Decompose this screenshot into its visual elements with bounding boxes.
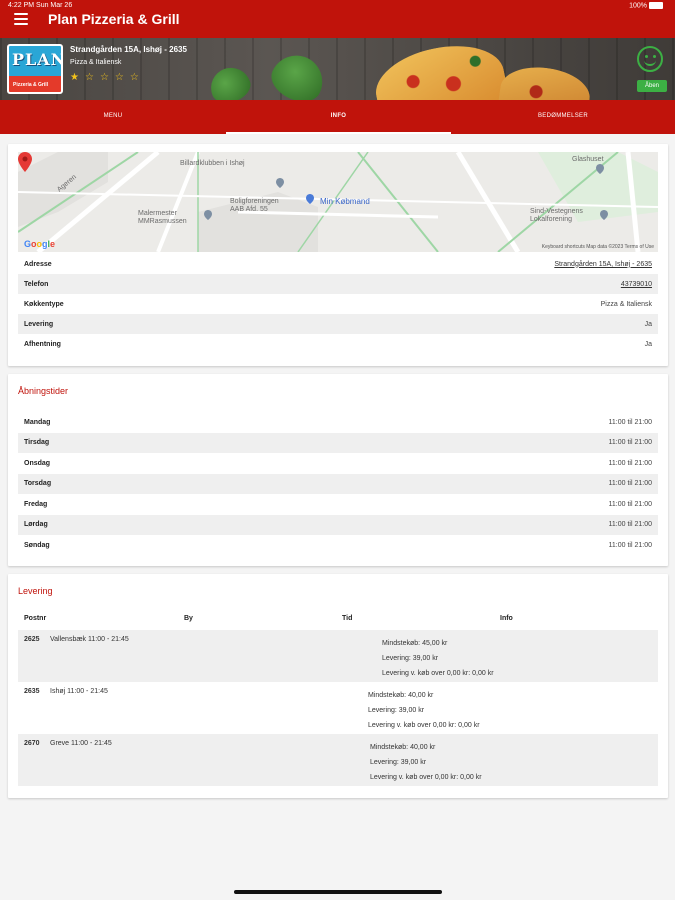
location-map[interactable]: Ageren Billardklubben i Ishøj Boligforen…	[18, 152, 658, 252]
map-poi-icon	[600, 210, 608, 220]
delivery-zone-row: 2635 Ishøj 11:00 - 21:45 Mindstekøb: 40,…	[24, 688, 480, 729]
header-info: Info	[500, 615, 513, 622]
hours-row: Lørdag 11:00 til 21:00	[18, 514, 658, 535]
basil-leaf-image	[205, 62, 255, 100]
restaurant-address-title: Strandgården 15A, Ishøj - 2635	[70, 45, 187, 54]
battery-icon	[649, 2, 663, 9]
info-row-cuisine: Køkkentype Pizza & Italiensk	[24, 300, 652, 308]
app-title: Plan Pizzeria & Grill	[48, 11, 180, 27]
pizza-slice-image	[496, 61, 594, 100]
map-poi-icon	[276, 178, 284, 188]
map-label: Boligforeningen AAB Afd. 55	[230, 198, 279, 213]
map-poi-icon	[596, 164, 604, 174]
star-filled-icon: ★	[70, 72, 85, 83]
smiley-icon	[637, 46, 663, 72]
tab-info[interactable]: INFO	[226, 100, 451, 134]
status-battery: 100%	[629, 2, 663, 9]
pizza-slice-image	[369, 38, 511, 100]
delivery-card: Levering Postnr By Tid Info 2625 Vallens…	[8, 574, 668, 798]
map-label: Glashuset	[572, 156, 604, 163]
restaurant-cuisine: Pizza & Italiensk	[70, 59, 122, 66]
info-card: Ageren Billardklubben i Ishøj Boligforen…	[8, 144, 668, 366]
star-empty-icon: ☆	[129, 72, 145, 83]
phone-link[interactable]: 43739010	[621, 281, 652, 288]
map-label: Billardklubben i Ishøj	[180, 160, 245, 167]
delivery-table-header: Postnr By Tid Info	[18, 612, 658, 628]
location-pin-icon	[18, 152, 32, 172]
map-label: Sind-Vestegnens Lokalforening	[530, 208, 583, 223]
hours-row: Mandag 11:00 til 21:00	[18, 412, 658, 433]
info-row-phone: Telefon 43739010	[18, 274, 658, 294]
delivery-title: Levering	[18, 586, 53, 596]
hours-row: Onsdag 11:00 til 21:00	[18, 453, 658, 474]
rating-stars: ★☆☆☆☆	[70, 72, 145, 83]
status-bar: 4:22 PM Sun Mar 26 100%	[0, 0, 675, 10]
delivery-zone-row: 2670 Greve 11:00 - 21:45 Mindstekøb: 40,…	[18, 734, 658, 786]
map-label: Malermester MMRasmussen	[138, 210, 187, 225]
hours-row: Fredag 11:00 til 21:00	[18, 494, 658, 515]
star-empty-icon: ☆	[84, 72, 100, 83]
star-empty-icon: ☆	[114, 72, 130, 83]
hours-row: Tirsdag 11:00 til 21:00	[18, 432, 658, 453]
header-by: By	[184, 615, 193, 622]
map-label: Min Købmand	[320, 197, 370, 206]
info-row-delivery: Levering Ja	[18, 314, 658, 334]
basil-leaf-image	[265, 47, 331, 100]
header-postnr: Postnr	[24, 615, 47, 622]
open-status-badge: Åben	[637, 80, 667, 92]
map-poi-icon	[306, 194, 314, 204]
restaurant-logo: PLAN Pizzeria & Grill	[7, 44, 63, 94]
opening-hours-card: Åbningstider Mandag 11:00 til 21:00 Tirsd…	[8, 374, 668, 566]
home-indicator[interactable]	[234, 890, 442, 894]
header-tid: Tid	[342, 615, 353, 622]
tab-bar: MENU INFO BEDØMMELSER	[0, 100, 675, 134]
star-empty-icon: ☆	[99, 72, 115, 83]
delivery-zone-row: 2625 Vallensbæk 11:00 - 21:45 Mindstekøb…	[18, 630, 658, 682]
info-list: Adresse Strandgården 15A, Ishøj - 2635 Te…	[18, 254, 658, 354]
info-row-pickup: Afhentning Ja	[18, 334, 658, 354]
google-logo: Google	[24, 239, 56, 249]
opening-hours-title: Åbningstider	[18, 386, 69, 396]
map-poi-icon	[204, 210, 212, 220]
tab-menu[interactable]: MENU	[0, 100, 226, 134]
status-time: 4:22 PM Sun Mar 26	[8, 2, 73, 9]
address-link[interactable]: Strandgården 15A, Ishøj - 2635	[554, 261, 652, 268]
hours-row: Torsdag 11:00 til 21:00	[18, 473, 658, 494]
hamburger-menu-icon[interactable]	[14, 13, 28, 25]
tab-reviews[interactable]: BEDØMMELSER	[451, 100, 675, 134]
info-row-address: Adresse Strandgården 15A, Ishøj - 2635	[24, 260, 652, 268]
app-bar: 4:22 PM Sun Mar 26 100% Plan Pizzeria & …	[0, 0, 675, 38]
map-attribution[interactable]: Keyboard shortcuts Map data ©2023 Terms …	[542, 244, 654, 250]
opening-hours-list: Mandag 11:00 til 21:00 Tirsdag 11:00 til 2…	[18, 412, 658, 556]
hours-row: Søndag 11:00 til 21:00	[18, 535, 658, 556]
